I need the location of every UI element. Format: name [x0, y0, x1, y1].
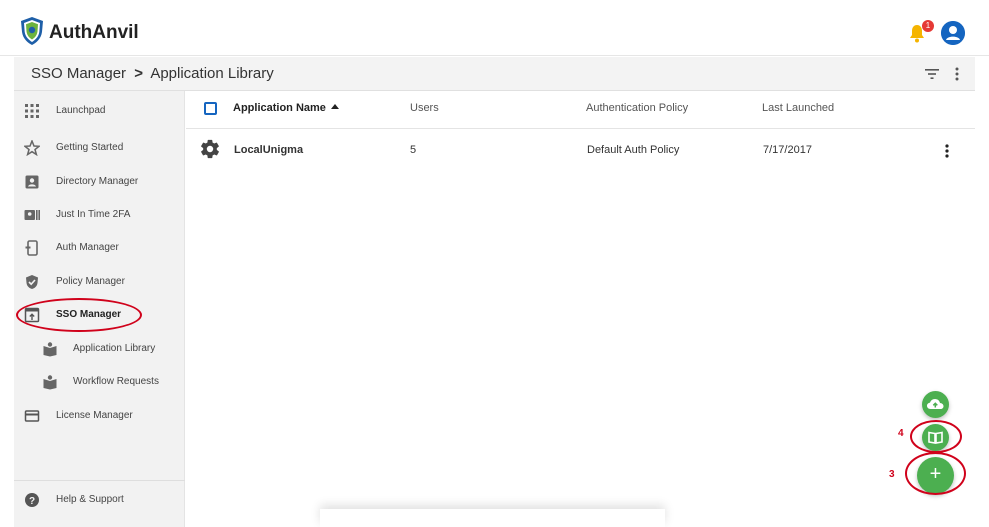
sidebar-item-application-library[interactable]: Application Library: [14, 333, 185, 365]
app-name-cell[interactable]: LocalUnigma: [234, 144, 303, 156]
book-stack-icon: [43, 342, 57, 357]
top-app-bar: AuthAnvil 1: [0, 0, 989, 56]
users-cell: 5: [410, 144, 417, 156]
phone-key-icon: [25, 240, 38, 256]
sidebar-item-just-in-time-2fa[interactable]: Just In Time 2FA: [14, 199, 185, 231]
sidebar-item-launchpad[interactable]: Launchpad: [14, 95, 185, 127]
sidebar-item-policy-manager[interactable]: Policy Manager: [14, 266, 185, 298]
sidebar-item-auth-manager[interactable]: Auth Manager: [14, 232, 185, 264]
annotation-circle-add-button: [905, 452, 966, 495]
help-circle-icon: ?: [25, 493, 39, 507]
credit-card-icon: [24, 410, 40, 422]
breadcrumb-separator: >: [134, 65, 143, 82]
last-launched-cell: 7/17/2017: [763, 144, 812, 156]
gear-icon: [201, 139, 219, 159]
sidebar-item-label: Workflow Requests: [73, 376, 159, 387]
column-header-last-launched[interactable]: Last Launched: [762, 102, 834, 114]
sidebar-item-label: License Manager: [56, 410, 133, 421]
badge-icon: [24, 210, 40, 220]
authanvil-shield-logo: [21, 17, 43, 45]
sidebar-item-label: Policy Manager: [56, 276, 125, 287]
svg-text:?: ?: [29, 496, 35, 507]
bottom-sheet-edge: [320, 509, 665, 527]
breadcrumb-parent-link[interactable]: SSO Manager: [31, 65, 126, 82]
select-all-checkbox[interactable]: [204, 102, 217, 115]
column-header-label: Application Name: [233, 102, 326, 114]
more-options-icon[interactable]: [955, 67, 959, 81]
contact-card-icon: [25, 175, 39, 189]
star-icon: [24, 140, 40, 156]
table-row[interactable]: LocalUnigma 5 Default Auth Policy 7/17/2…: [186, 130, 975, 172]
annotation-number-4: 4: [898, 428, 904, 439]
row-more-options-icon[interactable]: [945, 144, 949, 158]
sidebar-item-license-manager[interactable]: License Manager: [14, 400, 185, 432]
sidebar-item-label: Getting Started: [56, 142, 124, 153]
sidebar-item-label: Auth Manager: [56, 242, 119, 253]
sidebar-item-workflow-requests[interactable]: Workflow Requests: [14, 366, 185, 398]
cloud-upload-icon: [927, 399, 944, 409]
sidebar-item-label: Launchpad: [56, 105, 106, 116]
column-header-users[interactable]: Users: [410, 102, 439, 114]
sidebar-item-getting-started[interactable]: Getting Started: [14, 132, 185, 164]
column-header-application-name[interactable]: Application Name: [233, 102, 339, 114]
auth-policy-cell: Default Auth Policy: [587, 144, 680, 156]
sidebar-divider: [14, 480, 185, 481]
column-header-authentication-policy[interactable]: Authentication Policy: [586, 102, 688, 114]
filter-icon[interactable]: [925, 68, 939, 80]
annotation-circle-library-button: [910, 420, 962, 453]
breadcrumb-current: Application Library: [150, 65, 274, 82]
sidebar-item-directory-manager[interactable]: Directory Manager: [14, 166, 185, 198]
sidebar-item-label: Help & Support: [56, 494, 124, 505]
user-avatar-icon[interactable]: [941, 21, 965, 45]
sort-ascending-icon: [330, 104, 339, 109]
sidebar-item-label: Just In Time 2FA: [56, 209, 131, 220]
notification-count-badge: 1: [922, 20, 934, 32]
grid-icon: [25, 104, 39, 118]
shield-check-icon: [26, 275, 38, 289]
brand-name: AuthAnvil: [49, 22, 139, 43]
annotation-circle-sso-manager: [16, 298, 142, 332]
breadcrumb: SSO Manager > Application Library: [14, 57, 975, 91]
book-stack-icon: [43, 375, 57, 390]
table-header: Application Name Users Authentication Po…: [186, 91, 975, 129]
sidebar-item-help-support[interactable]: ? Help & Support: [14, 484, 185, 516]
annotation-number-3: 3: [889, 469, 895, 480]
upload-button[interactable]: [922, 391, 949, 418]
sidebar-item-label: Directory Manager: [56, 176, 139, 187]
sidebar-item-label: Application Library: [73, 343, 156, 354]
